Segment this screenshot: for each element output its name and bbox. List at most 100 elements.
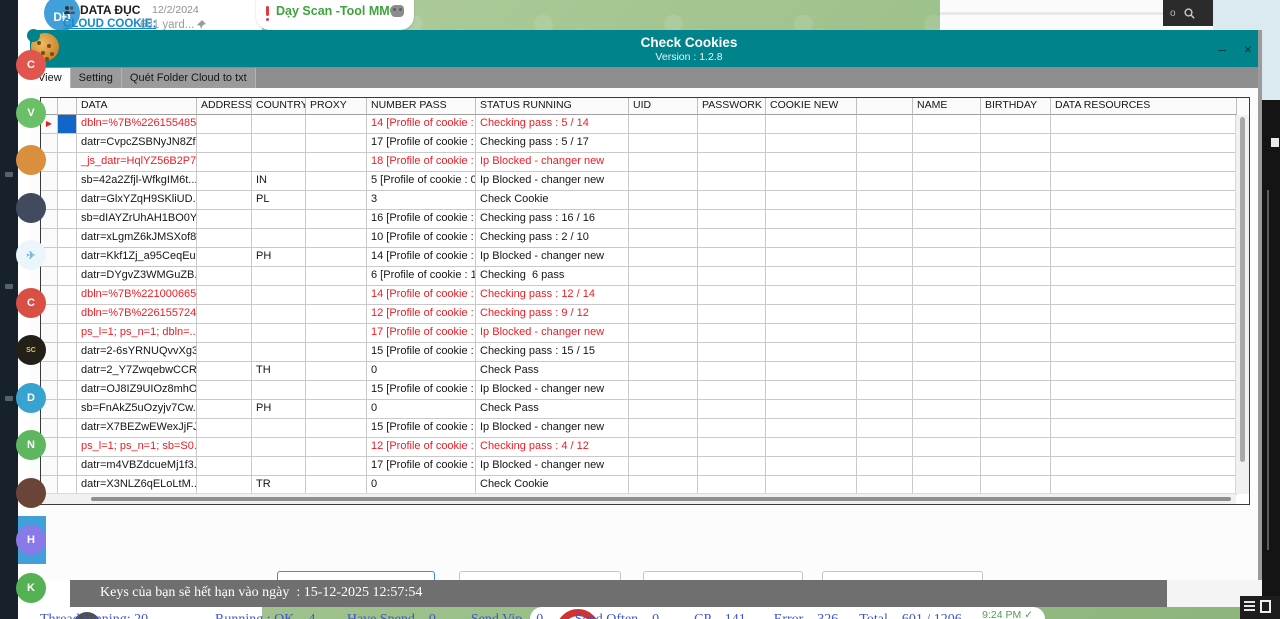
grid-cell[interactable]: Check Pass: [476, 362, 629, 381]
table-row[interactable]: datr=DYgvZ3WMGuZB...6 [Profile of cookie…: [41, 267, 1249, 286]
grid-cell[interactable]: [306, 229, 367, 248]
table-row[interactable]: sb=FnAkZ5uOzyjv7Cw...PH0Check Pass: [41, 400, 1249, 419]
grid-cell[interactable]: [197, 191, 252, 210]
grid-cell[interactable]: [629, 343, 698, 362]
grid-cell[interactable]: [629, 324, 698, 343]
grid-cell[interactable]: [197, 305, 252, 324]
grid-cell[interactable]: [981, 153, 1051, 172]
grid-cell[interactable]: [913, 286, 981, 305]
grid-cell[interactable]: [857, 115, 913, 134]
table-row[interactable]: ps_l=1; ps_n=1; dbln=...17 [Profile of c…: [41, 324, 1249, 343]
grid-cell[interactable]: [197, 457, 252, 476]
grid-cell[interactable]: [629, 229, 698, 248]
grid-cell[interactable]: [1051, 267, 1237, 286]
grid-cell[interactable]: [913, 457, 981, 476]
grid-cell[interactable]: [306, 362, 367, 381]
grid-cell[interactable]: [306, 248, 367, 267]
grid-cell[interactable]: dbln=%7B%221000665...: [77, 286, 197, 305]
grid-cell[interactable]: 10 [Profile of cookie : 0]: [367, 229, 476, 248]
column-header[interactable]: COUNTRY: [252, 98, 306, 115]
chat-avatar[interactable]: SC: [16, 335, 46, 365]
table-row[interactable]: datr=CvpcZSBNyJN8Zf...17 [Profile of coo…: [41, 134, 1249, 153]
grid-cell[interactable]: [252, 324, 306, 343]
grid-cell[interactable]: [306, 324, 367, 343]
table-row[interactable]: datr=2_Y7ZwqebwCCR...TH0Check Pass: [41, 362, 1249, 381]
grid-cell[interactable]: [981, 286, 1051, 305]
grid-cell[interactable]: [857, 419, 913, 438]
grid-cell[interactable]: Checking pass : 15 / 15: [476, 343, 629, 362]
grid-cell[interactable]: [857, 362, 913, 381]
grid-cell[interactable]: [197, 438, 252, 457]
grid-cell[interactable]: [197, 172, 252, 191]
grid-cell[interactable]: [766, 248, 857, 267]
grid-cell[interactable]: Checking pass : 5 / 14: [476, 115, 629, 134]
chat-avatar[interactable]: N: [16, 430, 46, 460]
table-row[interactable]: ps_l=1; ps_n=1; sb=S0...12 [Profile of c…: [41, 438, 1249, 457]
chat-avatar[interactable]: C: [16, 288, 46, 318]
grid-cell[interactable]: [913, 172, 981, 191]
grid-cell[interactable]: IN: [252, 172, 306, 191]
grid-cell[interactable]: [913, 191, 981, 210]
grid-cell[interactable]: 5 [Profile of cookie : 0]: [367, 172, 476, 191]
grid-cell[interactable]: [252, 381, 306, 400]
grid-cell[interactable]: Ip Blocked - changer new: [476, 381, 629, 400]
grid-cell[interactable]: [306, 400, 367, 419]
grid-cell[interactable]: [58, 191, 77, 210]
grid-cell[interactable]: sb=42a2Zfjl-WfkgIM6t...: [77, 172, 197, 191]
horizontal-scrollbar[interactable]: [41, 493, 1236, 504]
grid-cell[interactable]: [766, 305, 857, 324]
grid-cell[interactable]: Checking pass : 2 / 10: [476, 229, 629, 248]
grid-cell[interactable]: [58, 115, 77, 134]
grid-cell[interactable]: [197, 210, 252, 229]
grid-cell[interactable]: [913, 343, 981, 362]
grid-cell[interactable]: [913, 419, 981, 438]
grid-cell[interactable]: [766, 115, 857, 134]
grid-cell[interactable]: [58, 210, 77, 229]
grid-cell[interactable]: [913, 400, 981, 419]
grid-cell[interactable]: [981, 324, 1051, 343]
grid-cell[interactable]: Check Cookie: [476, 191, 629, 210]
grid-cell[interactable]: 18 [Profile of cookie : 3]: [367, 153, 476, 172]
grid-cell[interactable]: [58, 248, 77, 267]
grid-cell[interactable]: ps_l=1; ps_n=1; dbln=...: [77, 324, 197, 343]
grid-cell[interactable]: [857, 267, 913, 286]
grid-cell[interactable]: [1051, 457, 1237, 476]
grid-cell[interactable]: [629, 153, 698, 172]
grid-cell[interactable]: [857, 248, 913, 267]
grid-cell[interactable]: Ip Blocked - changer new: [476, 172, 629, 191]
grid-cell[interactable]: 16 [Profile of cookie : 2]: [367, 210, 476, 229]
grid-cell[interactable]: Check Pass: [476, 400, 629, 419]
grid-cell[interactable]: [766, 191, 857, 210]
grid-cell[interactable]: Checking 6 pass: [476, 267, 629, 286]
column-header[interactable]: BIRTHDAY: [981, 98, 1051, 115]
grid-cell[interactable]: datr=GlxYZqH9SKliUD...: [77, 191, 197, 210]
table-row[interactable]: ▶dbln=%7B%226155485...14 [Profile of coo…: [41, 115, 1249, 134]
grid-cell[interactable]: [58, 153, 77, 172]
grid-cell[interactable]: [913, 134, 981, 153]
table-row[interactable]: datr=m4VBZdcueMj1f3...17 [Profile of coo…: [41, 457, 1249, 476]
grid-cell[interactable]: [698, 419, 766, 438]
grid-cell[interactable]: datr=OJ8IZ9UIOz8mhO...: [77, 381, 197, 400]
grid-cell[interactable]: [1051, 381, 1237, 400]
grid-cell[interactable]: Ip Blocked - changer new: [476, 248, 629, 267]
grid-cell[interactable]: [1051, 191, 1237, 210]
table-row[interactable]: datr=2-6sYRNUQvvXg3... 15 [Profile of coo…: [41, 343, 1249, 362]
grid-cell[interactable]: [857, 191, 913, 210]
grid-cell[interactable]: PH: [252, 400, 306, 419]
grid-cell[interactable]: Checking pass : 16 / 16: [476, 210, 629, 229]
table-row[interactable]: dbln=%7B%226155724...12 [Profile of cook…: [41, 305, 1249, 324]
chat-avatar[interactable]: K: [16, 573, 46, 603]
grid-cell[interactable]: datr=2_Y7ZwqebwCCR...: [77, 362, 197, 381]
grid-cell[interactable]: 15 [Profile of cookie : 1]: [367, 343, 476, 362]
grid-cell[interactable]: datr=2-6sYRNUQvvXg3...: [77, 343, 197, 362]
grid-cell[interactable]: [306, 286, 367, 305]
grid-cell[interactable]: [629, 457, 698, 476]
grid-cell[interactable]: [58, 381, 77, 400]
grid-cell[interactable]: [1051, 115, 1237, 134]
grid-cell[interactable]: dbln=%7B%226155485...: [77, 115, 197, 134]
grid-cell[interactable]: [981, 210, 1051, 229]
column-header[interactable]: NUMBER PASS: [367, 98, 476, 115]
chat-name[interactable]: DATA ĐỤC: [80, 3, 140, 17]
folder-item[interactable]: [5, 284, 13, 289]
grid-cell[interactable]: [252, 305, 306, 324]
